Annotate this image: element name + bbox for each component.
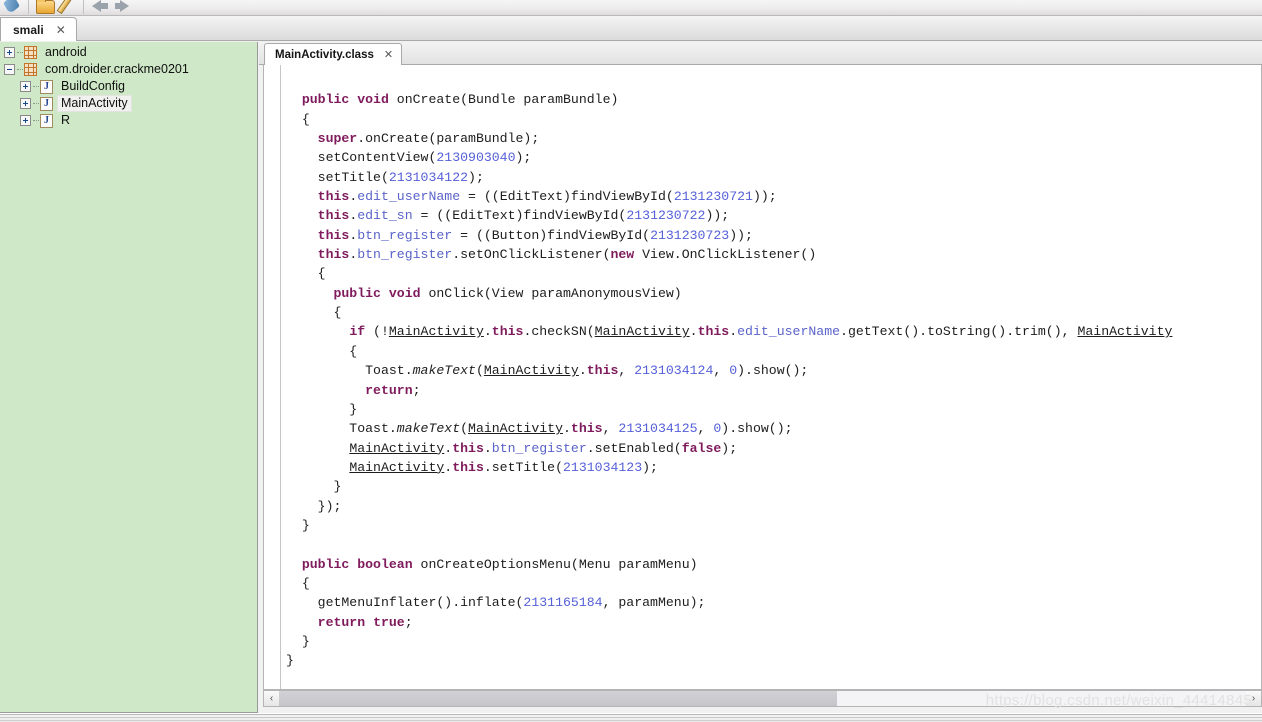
- fold-margin-line: [280, 65, 281, 689]
- top-tab-bar: smali ✕: [0, 16, 1262, 41]
- toolbar-separator: [83, 0, 84, 14]
- close-icon[interactable]: ✕: [384, 48, 393, 61]
- tree-connector: [33, 103, 39, 104]
- tab-smali[interactable]: smali ✕: [0, 17, 77, 41]
- scrollbar-thumb[interactable]: [279, 691, 837, 706]
- tree-item-com-droider-crackme0201[interactable]: com.droider.crackme0201: [0, 61, 257, 78]
- toolbar-separator: [28, 0, 29, 14]
- package-icon: [24, 63, 37, 76]
- tree-item-buildconfig[interactable]: BuildConfig: [0, 78, 257, 95]
- editor-panel: MainActivity.class ✕ public void onCreat…: [259, 42, 1262, 713]
- tree-connector: [17, 69, 23, 70]
- scrollbar-track[interactable]: [279, 691, 1246, 706]
- close-icon[interactable]: ✕: [56, 23, 66, 37]
- application-window: smali ✕ android com.droider.crackme0201: [0, 0, 1262, 722]
- horizontal-scrollbar[interactable]: ‹ ›: [263, 690, 1262, 707]
- tree-item-r[interactable]: R: [0, 112, 257, 129]
- java-class-icon: [40, 96, 53, 111]
- package-icon: [24, 46, 37, 59]
- tree-item-label: BuildConfig: [61, 79, 125, 93]
- window-bottom-chrome: [0, 713, 1262, 722]
- expand-toggle-icon[interactable]: [20, 81, 31, 92]
- java-class-icon: [40, 79, 53, 94]
- tab-smali-label: smali: [13, 22, 44, 37]
- tree-connector: [17, 52, 23, 53]
- scroll-left-arrow-icon[interactable]: ‹: [264, 691, 279, 706]
- forward-arrow-icon[interactable]: [112, 0, 132, 15]
- tab-mainactivity-class[interactable]: MainActivity.class ✕: [264, 43, 403, 65]
- expand-toggle-icon[interactable]: [4, 47, 15, 58]
- tree-item-label: com.droider.crackme0201: [45, 62, 189, 76]
- tree-item-label: R: [61, 113, 71, 127]
- wrench-icon[interactable]: [2, 0, 22, 15]
- code-view[interactable]: public void onCreate(Bundle paramBundle)…: [263, 65, 1262, 690]
- tree-item-mainactivity[interactable]: MainActivity: [0, 95, 257, 112]
- back-arrow-icon[interactable]: [90, 0, 110, 15]
- expand-toggle-icon[interactable]: [20, 98, 31, 109]
- expand-toggle-icon[interactable]: [20, 115, 31, 126]
- tree-item-label: MainActivity: [57, 95, 132, 112]
- tree-connector: [33, 86, 39, 87]
- scroll-right-arrow-icon[interactable]: ›: [1246, 691, 1261, 706]
- source-code: public void onCreate(Bundle paramBundle)…: [286, 92, 1173, 669]
- tab-mainactivity-class-label: MainActivity.class: [275, 48, 374, 61]
- tree-connector: [33, 120, 39, 121]
- pen-icon[interactable]: [57, 0, 77, 15]
- toolbar-icon-group: [2, 0, 132, 15]
- main-toolbar: [0, 0, 1262, 16]
- collapse-toggle-icon[interactable]: [4, 64, 15, 75]
- package-tree-panel[interactable]: android com.droider.crackme0201 BuildCon…: [0, 42, 258, 713]
- folder-open-icon[interactable]: [35, 0, 55, 15]
- tree-item-label: android: [45, 45, 87, 59]
- tree-item-android[interactable]: android: [0, 44, 257, 61]
- editor-tab-bar: MainActivity.class ✕: [259, 42, 1262, 65]
- java-class-icon: [40, 113, 53, 128]
- package-tree: android com.droider.crackme0201 BuildCon…: [0, 42, 257, 129]
